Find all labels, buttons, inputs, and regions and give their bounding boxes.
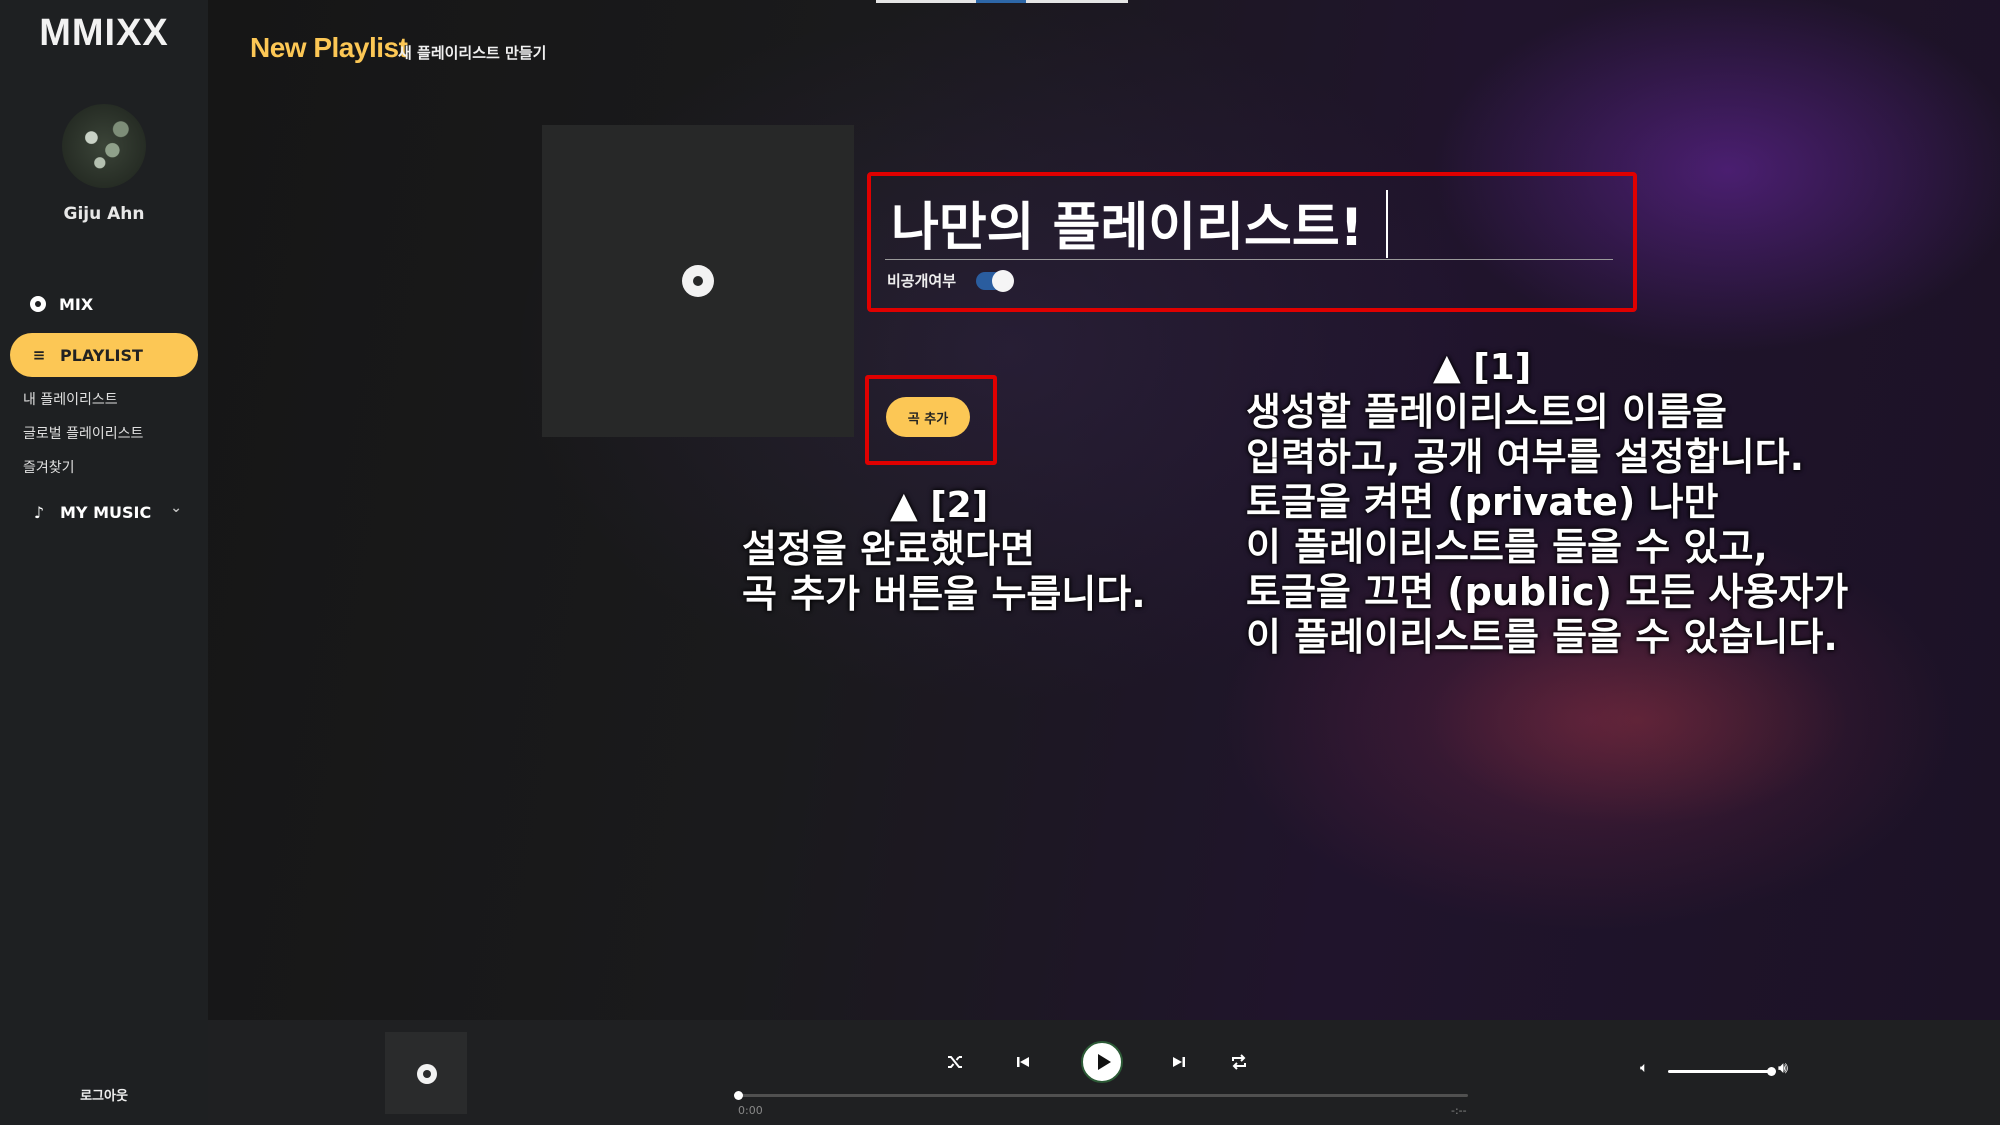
playlist-icon: ≡ — [32, 346, 46, 364]
sidebar: MMIXX Giju Ahn MIX ≡ PLAYLIST 내 플레이리스트 글… — [0, 0, 208, 1125]
previous-button[interactable] — [1008, 1047, 1038, 1077]
volume-low-icon[interactable]: 🔈︎ — [1640, 1060, 1648, 1076]
disc-icon — [682, 265, 714, 297]
sidebar-item-label: MIX — [59, 294, 94, 314]
user-name: Giju Ahn — [63, 204, 145, 224]
sidebar-item-my-playlist[interactable]: 내 플레이리스트 — [23, 389, 118, 409]
progress-bar[interactable] — [734, 1091, 1468, 1100]
skip-previous-icon — [1017, 1057, 1029, 1067]
chevron-down-icon: ⌄ — [170, 500, 182, 516]
sidebar-item-global-playlist[interactable]: 글로벌 플레이리스트 — [23, 423, 143, 443]
repeat-button[interactable] — [1224, 1047, 1254, 1077]
skip-next-icon — [1173, 1057, 1185, 1067]
logout-button[interactable]: 로그아웃 — [0, 1085, 208, 1104]
page-title: New Playlist — [250, 32, 408, 63]
current-time: 0:00 — [738, 1104, 763, 1117]
track-art — [385, 1032, 467, 1114]
private-toggle[interactable] — [976, 270, 1014, 292]
player-bar: 0:00 -:-- 🔈︎ 🔊︎ — [208, 1020, 2000, 1125]
total-time: -:-- — [1451, 1104, 1467, 1117]
add-song-button[interactable]: 곡 추가 — [886, 397, 970, 437]
disc-icon — [30, 296, 46, 312]
playlist-name-input[interactable] — [885, 186, 1613, 260]
sidebar-item-mix[interactable]: MIX — [10, 282, 198, 326]
text-caret — [1386, 190, 1388, 258]
repeat-icon — [1232, 1054, 1246, 1070]
sidebar-item-playlist[interactable]: ≡ PLAYLIST — [10, 333, 198, 377]
playlist-cover[interactable] — [542, 125, 854, 437]
progress-handle[interactable] — [734, 1091, 743, 1100]
sidebar-item-mymusic[interactable]: ♪ MY MUSIC ⌄ — [10, 490, 198, 534]
shuffle-icon — [948, 1056, 962, 1068]
page-subtitle: 새 플레이리스트 만들기 — [398, 44, 547, 62]
shuffle-button[interactable] — [940, 1047, 970, 1077]
annotation-marker-1: ▲ [1] — [1433, 347, 1532, 388]
volume-handle[interactable] — [1767, 1067, 1776, 1076]
main-content: New Playlist 새 플레이리스트 만들기 비공개여부 곡 추가 ▲ [… — [208, 0, 2000, 1020]
sidebar-item-label: MY MUSIC — [60, 502, 152, 522]
disc-icon — [417, 1064, 437, 1084]
volume-high-icon[interactable]: 🔊︎ — [1778, 1058, 1788, 1078]
annotation-text-1: 생성할 플레이리스트의 이름을 입력하고, 공개 여부를 설정합니다. 토글을 … — [1246, 390, 1849, 659]
app-logo[interactable]: MMIXX — [0, 12, 208, 55]
annotation-text-2: 설정을 완료했다면 곡 추가 버튼을 누릅니다. — [742, 527, 1146, 616]
next-button[interactable] — [1164, 1047, 1194, 1077]
play-button[interactable] — [1081, 1041, 1123, 1083]
annotation-marker-2: ▲ [2] — [890, 485, 989, 526]
sidebar-item-favorites[interactable]: 즐겨찾기 — [23, 457, 75, 477]
private-toggle-label: 비공개여부 — [887, 272, 957, 290]
avatar[interactable] — [62, 104, 146, 188]
music-note-icon: ♪ — [33, 502, 45, 522]
play-icon — [1097, 1054, 1111, 1070]
top-indicator — [876, 0, 1128, 3]
volume-slider[interactable] — [1668, 1067, 1776, 1076]
sidebar-item-label: PLAYLIST — [60, 345, 143, 365]
